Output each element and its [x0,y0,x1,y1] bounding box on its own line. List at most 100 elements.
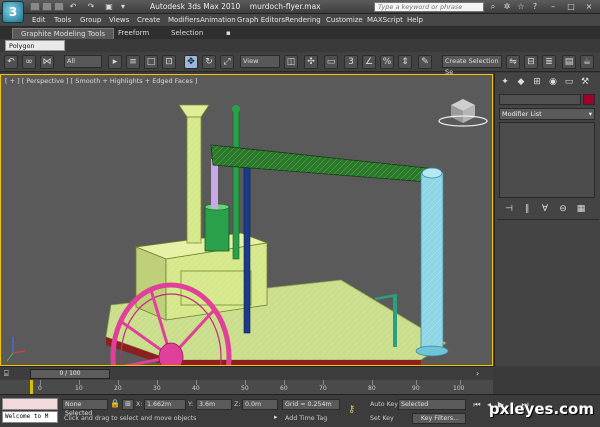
help-icon[interactable]: ? [530,2,540,12]
welcome-text[interactable]: Welcome to M [2,411,58,423]
utilities-tab-icon[interactable]: ⚒ [579,76,591,88]
maxscript-listener[interactable] [2,398,58,410]
polygon-modeling-panel[interactable]: Polygon Modeling [5,40,65,61]
project-folder-icon[interactable]: ▣ [104,2,114,12]
tab-freeform[interactable]: Freeform [110,28,157,39]
mini-curve-editor-icon[interactable]: ⌸ [4,369,18,379]
layer-manager-icon[interactable]: ≣ [542,55,556,69]
render-icon[interactable]: ☕ [580,55,594,69]
select-by-name-icon[interactable]: ≡ [126,55,140,69]
time-slider-bar: ⌸ 0 / 100 › [0,366,493,380]
render-setup-icon[interactable]: ▤ [562,55,576,69]
keyboard-shortcut-icon[interactable]: ▭ [324,55,338,69]
track-bar[interactable]: 0 10 20 30 40 50 60 70 80 90 100 [0,380,493,394]
auto-key-button[interactable]: Auto Key [370,401,398,408]
select-object-icon[interactable]: ▸ [108,55,122,69]
rectangular-selection-icon[interactable]: □ [144,55,158,69]
pin-stack-icon[interactable]: ⊣ [503,203,515,215]
search-icon[interactable]: ⌕ [488,2,498,12]
hierarchy-tab-icon[interactable]: ⊞ [531,76,543,88]
named-selection-set-dropdown[interactable]: Create Selection Se [442,55,502,76]
menu-help[interactable]: Help [407,16,423,24]
go-to-start-icon[interactable]: ⏮ [472,400,482,410]
tab-selection[interactable]: Selection [163,28,211,39]
undo-toolbar-icon[interactable]: ↶ [4,55,18,69]
new-file-icon[interactable] [30,2,40,11]
minimize-icon[interactable]: – [548,2,558,12]
redo-icon[interactable]: ↷ [86,2,96,12]
menu-rendering[interactable]: Rendering [285,16,321,24]
y-label: Y: [188,401,194,408]
blue-rod [243,150,251,334]
menu-group[interactable]: Group [80,16,101,24]
display-tab-icon[interactable]: ▭ [563,76,575,88]
create-tab-icon[interactable]: ✦ [499,76,511,88]
key-icon[interactable]: ⚷ [348,404,355,415]
modifier-list-dropdown[interactable]: Modifier List ▾ [499,108,595,120]
align-icon[interactable]: ⊟ [524,55,538,69]
key-filters-button[interactable]: Key Filters... [412,413,466,424]
auto-key-dropdown[interactable]: Selected [398,399,466,410]
tick-label: 30 [153,385,161,392]
menu-animation[interactable]: Animation [200,16,236,24]
percent-snap-icon[interactable]: % [380,55,394,69]
make-unique-icon[interactable]: ∀ [539,203,551,215]
menu-create[interactable]: Create [137,16,160,24]
pivot-center-icon[interactable]: ◫ [284,55,298,69]
tab-graphite-modeling-tools[interactable]: Graphite Modeling Tools [12,28,115,39]
menu-customize[interactable]: Customize [326,16,363,24]
snaps-toggle-icon[interactable]: 3 [344,55,358,69]
set-key-button[interactable]: Set Key [370,415,394,422]
z-coordinate-field[interactable]: 0.0m [242,399,278,410]
named-selection-icon[interactable]: ✎ [418,55,432,69]
search-input[interactable]: Type a keyword or phrase [374,2,484,12]
mirror-icon[interactable]: ⇋ [506,55,520,69]
menu-tools[interactable]: Tools [54,16,71,24]
favorites-icon[interactable]: ☆ [516,2,526,12]
add-time-tag-button[interactable]: Add Time Tag [285,415,327,422]
object-name-field[interactable] [499,94,581,105]
perspective-viewport[interactable]: [ + ] [ Perspective ] [ Smooth + Highlig… [0,74,493,366]
motion-tab-icon[interactable]: ◉ [547,76,559,88]
window-crossing-icon[interactable]: ⊡ [162,55,176,69]
x-coordinate-field[interactable]: 1.662m [144,399,186,410]
undo-icon[interactable]: ↶ [68,2,78,12]
selection-filter-dropdown[interactable]: All [64,55,102,68]
spinner-snap-icon[interactable]: ⇕ [398,55,412,69]
time-tag-icon[interactable]: ▸ [274,413,282,423]
angle-snap-icon[interactable]: ∠ [362,55,376,69]
modifier-stack[interactable] [499,122,595,198]
time-slider[interactable]: 0 / 100 [30,369,110,379]
menu-graph-editors[interactable]: Graph Editors [237,16,285,24]
absolute-mode-icon[interactable]: ⊞ [122,399,134,410]
select-and-scale-icon[interactable]: ⤢ [220,55,234,69]
ribbon-options-icon[interactable]: ▪ [218,28,239,39]
menu-views[interactable]: Views [109,16,129,24]
save-file-icon[interactable] [54,2,64,11]
cylinder [204,159,230,252]
close-icon[interactable]: × [584,2,594,12]
menu-maxscript[interactable]: MAXScript [367,16,403,24]
select-and-rotate-icon[interactable]: ↻ [202,55,216,69]
show-end-result-icon[interactable]: ∥ [521,203,533,215]
menu-modifiers[interactable]: Modifiers [168,16,200,24]
select-and-move-icon[interactable]: ✥ [184,55,198,69]
app-logo-icon[interactable]: 3 [2,1,24,23]
communication-icon[interactable]: ✲ [502,2,512,12]
menu-edit[interactable]: Edit [32,16,46,24]
configure-modifier-sets-icon[interactable]: ▦ [575,203,587,215]
reference-coordinate-dropdown[interactable]: View [240,55,280,68]
unlink-icon[interactable]: ⋈ [40,55,54,69]
object-color-swatch[interactable] [583,94,595,105]
modify-tab-icon[interactable]: ◆ [515,76,527,88]
y-coordinate-field[interactable]: 3.6m [196,399,232,410]
dropdown-icon[interactable]: ▾ [118,2,128,12]
open-file-icon[interactable] [42,2,52,11]
select-and-link-icon[interactable]: ∞ [22,55,36,69]
next-frame-icon[interactable]: › [476,369,479,378]
select-manipulate-icon[interactable]: ✣ [304,55,318,69]
lock-selection-icon[interactable]: 🔒 [110,399,120,409]
remove-modifier-icon[interactable]: ⊖ [557,203,569,215]
maximize-icon[interactable]: □ [566,2,576,12]
tick-label: 20 [114,385,122,392]
